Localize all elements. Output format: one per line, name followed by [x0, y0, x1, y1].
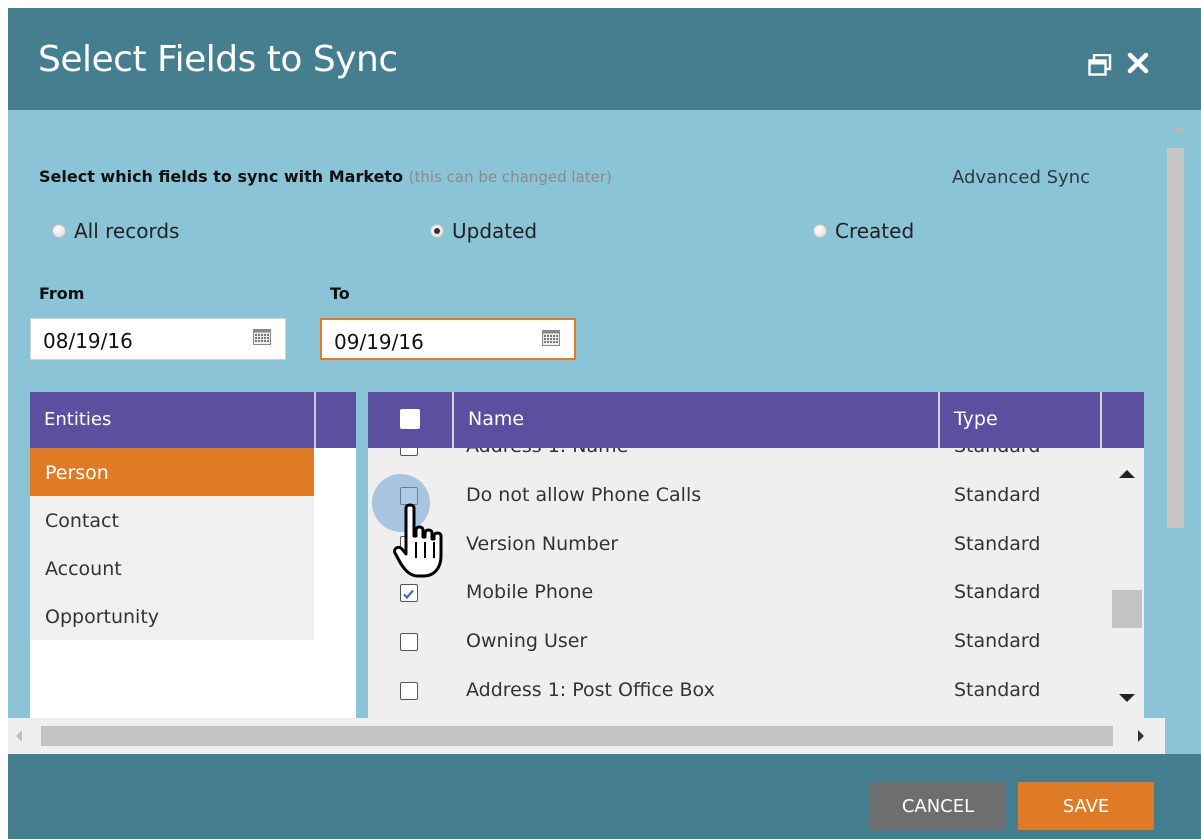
field-type: Standard: [954, 484, 1041, 506]
table-row[interactable]: Owning User Standard: [368, 619, 1108, 668]
table-row[interactable]: Mobile Phone Standard: [368, 570, 1108, 619]
radio-button-selected[interactable]: [430, 224, 444, 238]
field-type: Standard: [954, 679, 1041, 701]
sync-instructions: Select which fields to sync with Marketo…: [39, 167, 612, 186]
entities-header: Entities: [30, 392, 356, 448]
column-header-name[interactable]: Name: [468, 408, 524, 430]
scroll-down-arrow-icon[interactable]: [1119, 694, 1135, 702]
fields-vertical-scrollbar[interactable]: [1108, 448, 1144, 722]
field-name: Owning User: [466, 630, 588, 652]
dialog-footer: CANCEL SAVE: [8, 754, 1201, 839]
hand-pointer-cursor-icon: [393, 503, 443, 578]
restore-window-icon[interactable]: [1088, 54, 1112, 76]
dialog-vertical-scrollbar[interactable]: [1165, 110, 1193, 718]
scroll-thumb[interactable]: [41, 726, 1113, 746]
entity-item-account[interactable]: Account: [30, 544, 314, 592]
scroll-thumb[interactable]: [1167, 148, 1184, 528]
field-name: Mobile Phone: [466, 581, 594, 603]
advanced-sync-link[interactable]: Advanced Sync: [952, 167, 1090, 188]
to-label: To: [330, 284, 350, 303]
scroll-up-arrow-icon[interactable]: [1119, 470, 1135, 478]
to-date-input[interactable]: 09/19/16: [320, 318, 576, 360]
radio-label: Created: [835, 219, 915, 243]
fields-table-body: Address 1: Name Standard Do not allow Ph…: [368, 448, 1108, 722]
from-label: From: [39, 284, 85, 303]
scroll-right-arrow-icon[interactable]: [1138, 730, 1144, 742]
fields-table-header: Name Type: [368, 392, 1144, 448]
calendar-icon[interactable]: [542, 330, 560, 346]
column-divider: [1100, 392, 1102, 448]
fields-table: Name Type Address 1: Name Standard Do no…: [368, 392, 1144, 722]
radio-label: All records: [74, 219, 180, 243]
field-name: Address 1: Name: [466, 448, 628, 457]
sync-instructions-note: (this can be changed later): [408, 168, 612, 186]
panel-gap: [356, 392, 366, 722]
radio-all-records[interactable]: All records: [52, 218, 179, 244]
entities-list: Person Contact Account Opportunity: [30, 448, 314, 640]
radio-label: Updated: [452, 219, 538, 243]
select-all-checkbox[interactable]: [400, 409, 420, 429]
field-type: Standard: [954, 630, 1041, 652]
field-name: Address 1: Post Office Box: [466, 679, 715, 701]
calendar-icon[interactable]: [253, 329, 271, 345]
sync-instructions-text: Select which fields to sync with Marketo: [39, 167, 404, 186]
radio-updated[interactable]: Updated: [430, 218, 537, 244]
column-header-type[interactable]: Type: [954, 408, 998, 430]
row-checkbox[interactable]: [400, 682, 418, 700]
column-divider: [452, 392, 454, 448]
dialog-titlebar: Select Fields to Sync: [8, 8, 1201, 110]
field-type: Standard: [954, 533, 1041, 555]
column-divider: [314, 392, 316, 448]
radio-created[interactable]: Created: [813, 218, 914, 244]
cancel-button[interactable]: CANCEL: [870, 782, 1006, 830]
row-checkbox[interactable]: [400, 633, 418, 651]
column-divider: [938, 392, 940, 448]
save-button[interactable]: SAVE: [1018, 782, 1154, 830]
table-row[interactable]: Version Number Standard: [368, 522, 1108, 571]
field-name: Do not allow Phone Calls: [466, 484, 702, 506]
radio-button[interactable]: [52, 224, 66, 238]
table-row[interactable]: Address 1: Post Office Box Standard: [368, 668, 1108, 717]
scroll-thumb[interactable]: [1112, 590, 1142, 628]
field-name: Version Number: [466, 533, 619, 555]
from-date-value: 08/19/16: [43, 329, 133, 353]
row-checkbox-checked[interactable]: [400, 584, 418, 602]
row-checkbox[interactable]: [400, 448, 418, 456]
scroll-up-arrow-icon[interactable]: [1172, 125, 1184, 132]
from-date-input[interactable]: 08/19/16: [30, 318, 286, 360]
scroll-left-arrow-icon[interactable]: [16, 730, 22, 742]
select-fields-dialog: Select Fields to Sync Select which field…: [8, 8, 1201, 839]
field-type: Standard: [954, 581, 1041, 603]
to-date-value: 09/19/16: [334, 330, 424, 354]
table-row[interactable]: Do not allow Phone Calls Standard: [368, 473, 1108, 522]
table-row[interactable]: Address 1: Name Standard: [368, 448, 1108, 473]
radio-button[interactable]: [813, 224, 827, 238]
entity-item-opportunity[interactable]: Opportunity: [30, 592, 314, 640]
dialog-title: Select Fields to Sync: [38, 39, 398, 80]
close-icon[interactable]: [1126, 51, 1150, 75]
entity-item-contact[interactable]: Contact: [30, 496, 314, 544]
dialog-body: Select which fields to sync with Marketo…: [8, 110, 1201, 754]
entities-panel: Entities Person Contact Account Opportun…: [30, 392, 366, 722]
field-type: Standard: [954, 448, 1040, 457]
entity-item-person[interactable]: Person: [30, 448, 314, 496]
horizontal-scrollbar[interactable]: [8, 718, 1165, 754]
checkmark-icon: [403, 589, 414, 600]
